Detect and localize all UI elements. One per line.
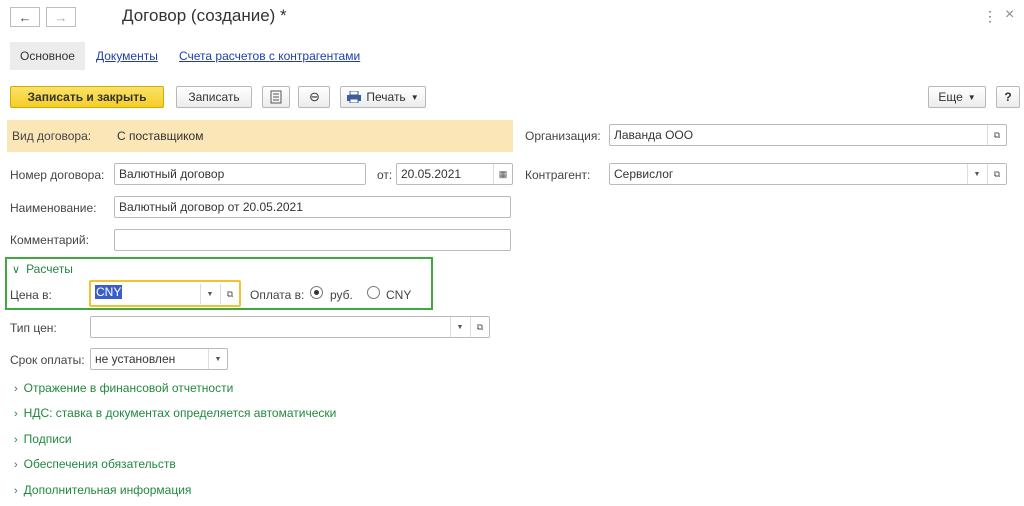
arrow-left-icon: ← (18, 9, 32, 25)
chevron-right-icon: › (14, 485, 18, 497)
date-value: 20.05.2021 (401, 167, 462, 181)
radio-cny-label: CNY (386, 288, 412, 302)
price-type-label: Тип цен: (10, 321, 57, 335)
chevron-right-icon: › (14, 383, 18, 395)
document-icon (270, 90, 282, 104)
save-and-close-button[interactable]: Записать и закрыть (10, 86, 164, 108)
price-in-value: CNY (95, 285, 123, 299)
section-financial-reporting[interactable]: › Отражение в финансовой отчетности (14, 381, 233, 395)
tab-settlement-accounts[interactable]: Счета расчетов с контрагентами (179, 49, 360, 63)
contract-type-value[interactable]: С поставщиком (117, 129, 203, 143)
open-icon[interactable]: ⧉ (987, 164, 1006, 184)
chevron-down-icon: ▼ (967, 92, 976, 102)
back-button[interactable]: ← (10, 7, 40, 27)
report-button[interactable] (262, 86, 290, 108)
help-button[interactable]: ? (996, 86, 1020, 108)
open-icon[interactable]: ⧉ (987, 125, 1006, 145)
chevron-down-icon[interactable]: ▼ (208, 349, 227, 369)
open-icon[interactable]: ⧉ (220, 284, 239, 304)
price-type-field[interactable]: ▼ ⧉ (90, 316, 490, 338)
tab-main[interactable]: Основное (10, 42, 85, 70)
chevron-down-icon[interactable]: ▼ (967, 164, 986, 184)
printer-icon (347, 91, 362, 103)
print-button[interactable]: Печать ▼ (340, 86, 426, 108)
price-in-field[interactable]: CNY ▼ ⧉ (89, 280, 241, 307)
date-label: от: (377, 168, 393, 182)
paperclip-icon: ⊘ (305, 87, 324, 106)
settlements-header[interactable]: ∨ Расчеты (12, 262, 73, 276)
save-button[interactable]: Записать (176, 86, 252, 108)
counterparty-label: Контрагент: (525, 168, 591, 182)
more-label: Еще (938, 90, 963, 104)
date-field[interactable]: 20.05.2021 ▦ (396, 163, 513, 185)
organization-field[interactable]: Лаванда ООО ⧉ (609, 124, 1007, 146)
organization-value: Лаванда ООО (614, 128, 694, 142)
radio-cny[interactable] (367, 286, 380, 299)
more-button[interactable]: Еще ▼ (928, 86, 986, 108)
section-signatures[interactable]: › Подписи (14, 432, 72, 446)
radio-rub[interactable] (310, 286, 323, 299)
counterparty-value: Сервислог (614, 167, 674, 181)
price-in-label: Цена в: (10, 288, 52, 302)
section-additional-info[interactable]: › Дополнительная информация (14, 483, 191, 497)
pay-in-label: Оплата в: (250, 288, 305, 302)
section-obligations[interactable]: › Обеспечения обязательств (14, 457, 176, 471)
print-label: Печать (366, 90, 406, 104)
forward-button[interactable]: → (46, 7, 76, 27)
organization-label: Организация: (525, 129, 601, 143)
name-field[interactable]: Валютный договор от 20.05.2021 (114, 196, 511, 218)
chevron-down-icon[interactable]: ▼ (450, 317, 469, 337)
page-title: Договор (создание) * (122, 6, 287, 25)
calendar-icon[interactable]: ▦ (493, 164, 512, 184)
radio-rub-label: руб. (330, 288, 353, 302)
close-icon[interactable]: × (1005, 6, 1014, 24)
contract-number-label: Номер договора: (10, 168, 105, 182)
section-vat[interactable]: › НДС: ставка в документах определяется а… (14, 406, 336, 420)
chevron-down-icon: ▼ (410, 92, 419, 102)
tab-documents[interactable]: Документы (96, 49, 158, 63)
open-icon[interactable]: ⧉ (470, 317, 489, 337)
contract-number-field[interactable]: Валютный договор (114, 163, 366, 185)
chevron-right-icon: › (14, 408, 18, 420)
comment-field[interactable] (114, 229, 511, 251)
more-menu-icon[interactable]: ⋮ (983, 8, 997, 25)
chevron-down-icon: ∨ (12, 264, 21, 276)
name-label: Наименование: (10, 201, 97, 215)
payment-term-label: Срок оплаты: (10, 353, 85, 367)
chevron-down-icon[interactable]: ▼ (200, 284, 219, 304)
contract-type-label: Вид договора: (12, 129, 92, 143)
attach-button[interactable]: ⊘ (298, 86, 330, 108)
arrow-right-icon: → (54, 9, 68, 25)
payment-term-field[interactable]: не установлен ▼ (90, 348, 228, 370)
chevron-right-icon: › (14, 434, 18, 446)
comment-label: Комментарий: (10, 233, 89, 247)
chevron-right-icon: › (14, 459, 18, 471)
counterparty-field[interactable]: Сервислог ▼ ⧉ (609, 163, 1007, 185)
